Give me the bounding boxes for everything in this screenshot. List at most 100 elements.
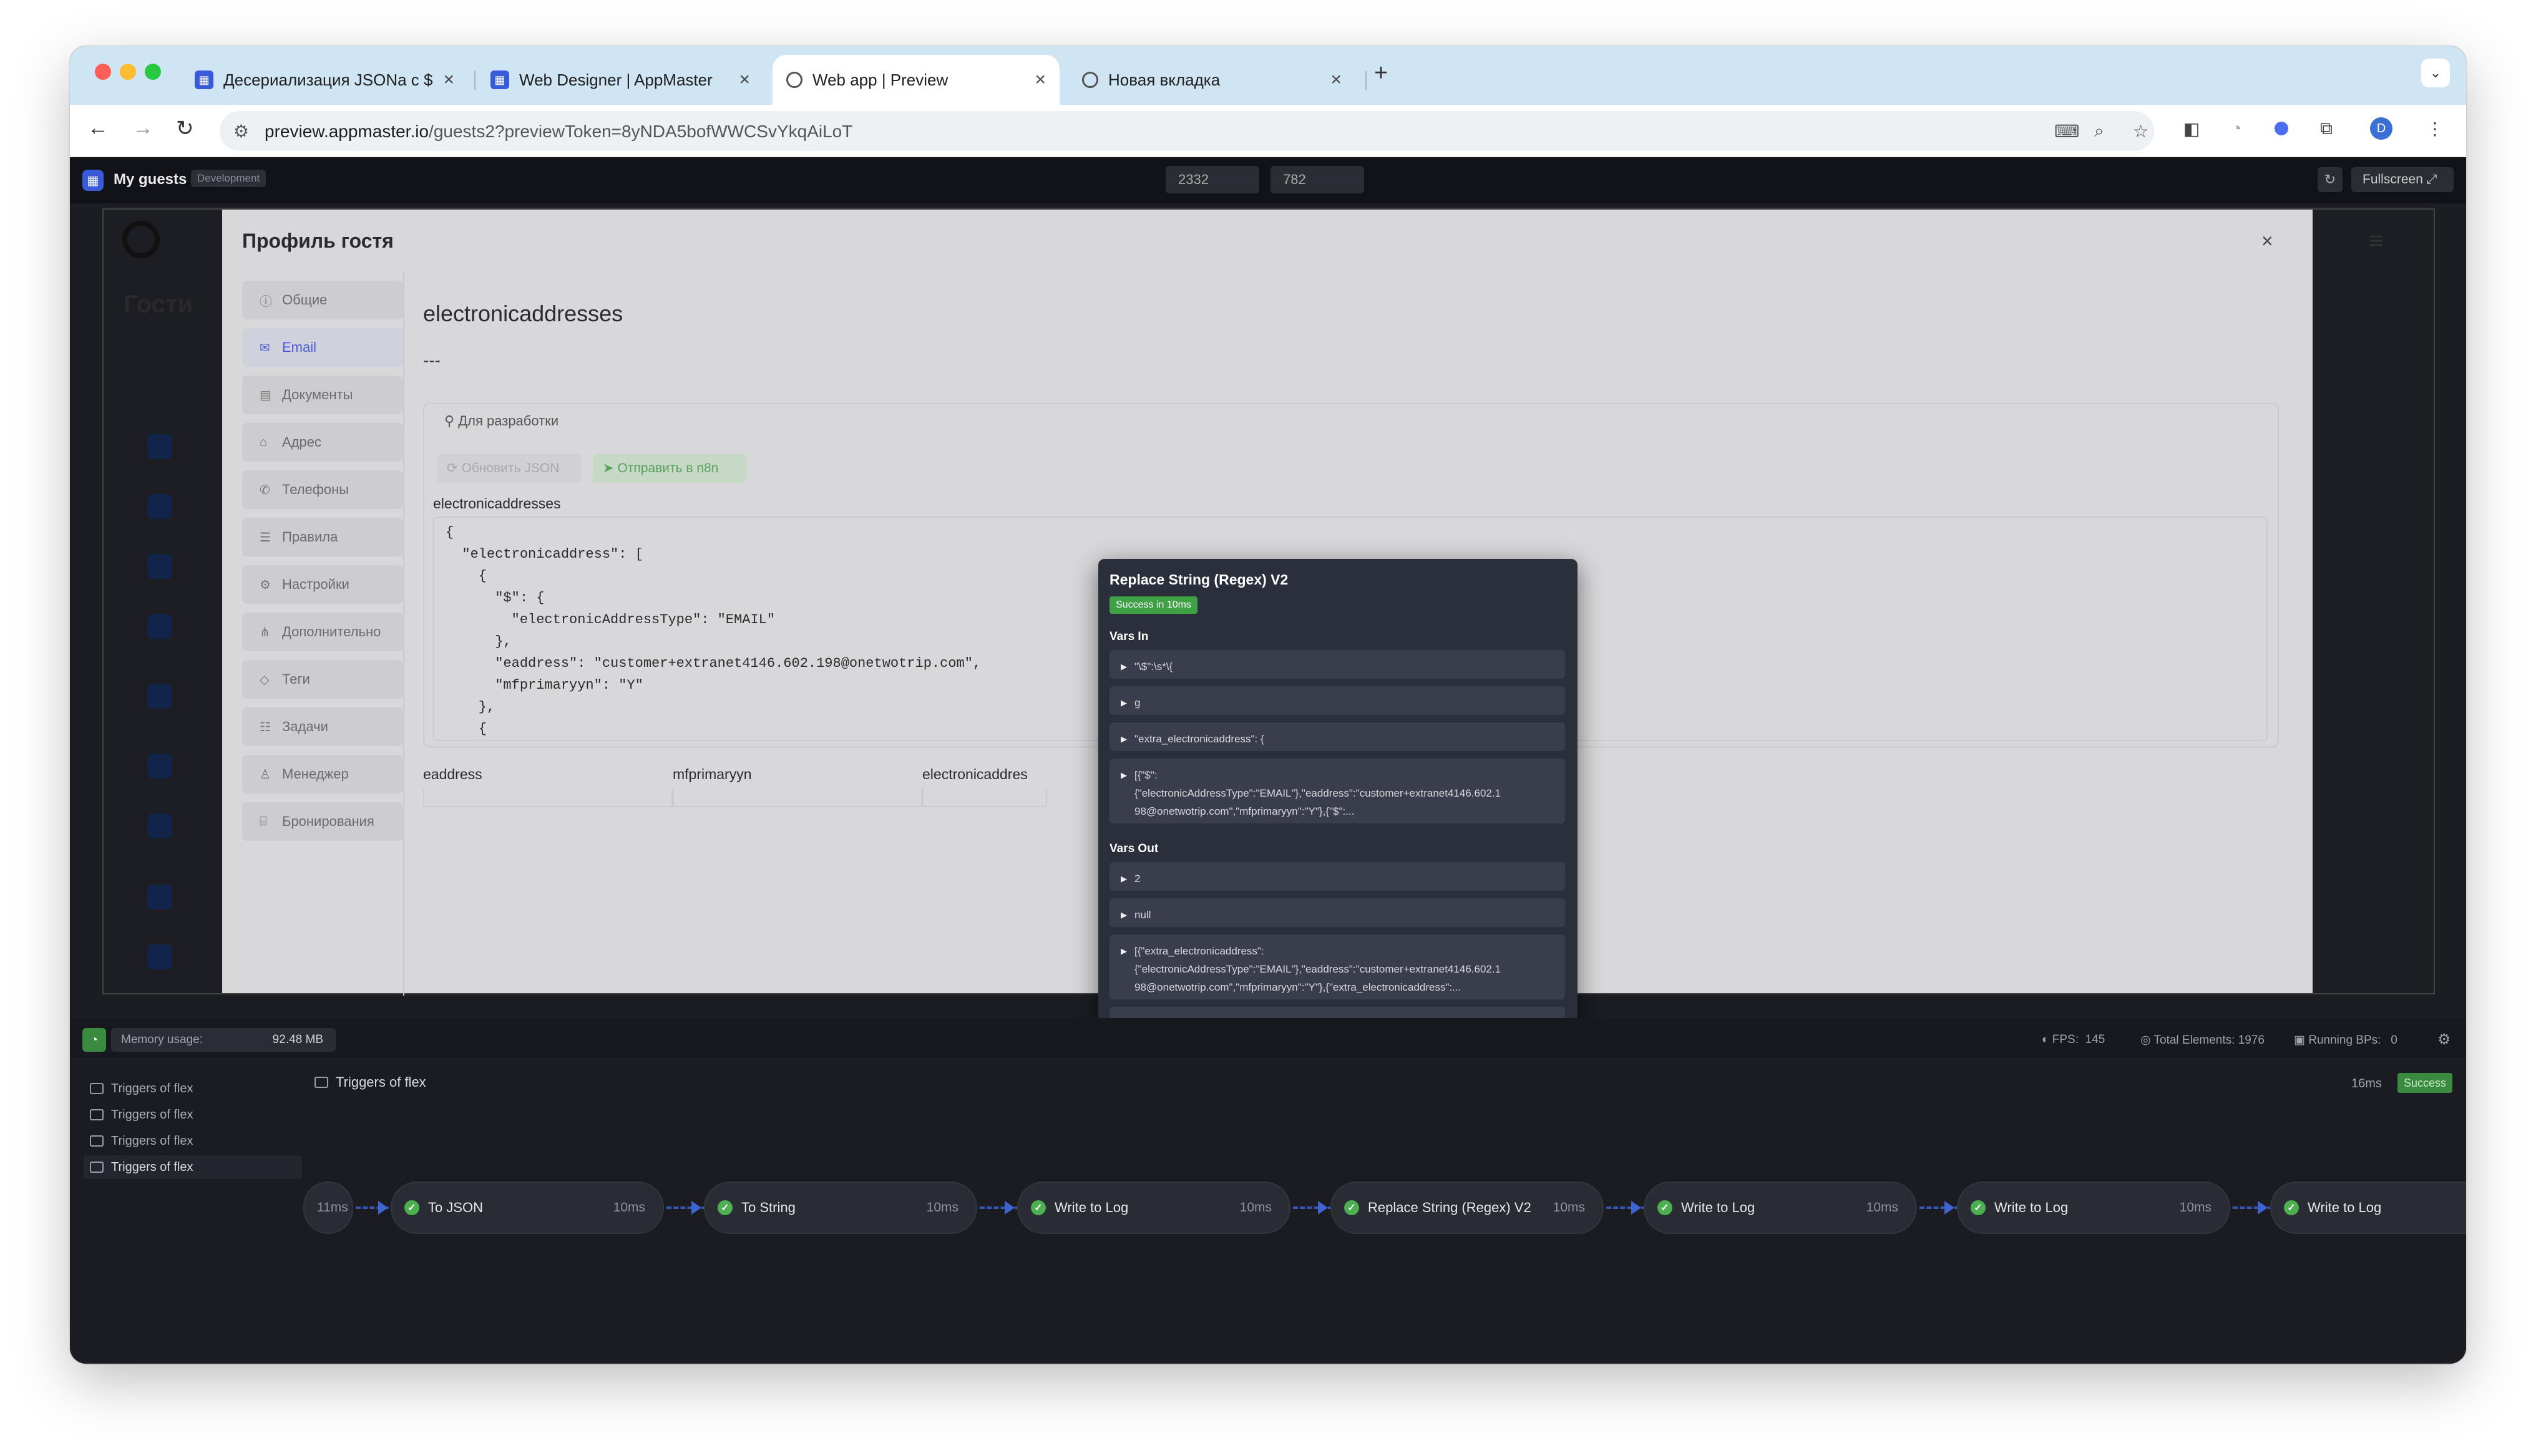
- minimize-window-button[interactable]: [120, 64, 136, 80]
- tab-3[interactable]: Web app | Preview ×: [773, 55, 1060, 105]
- trigger-item[interactable]: Triggers of flex: [84, 1077, 302, 1100]
- info-icon: ⓘ: [260, 294, 272, 309]
- puzzle-icon[interactable]: ⧉: [2315, 117, 2338, 140]
- new-tab-button[interactable]: +: [1374, 60, 1388, 87]
- debug-header: [70, 1018, 2466, 1059]
- flow-time: 16ms: [2351, 1077, 2382, 1090]
- translate-icon[interactable]: ⌨: [2054, 121, 2079, 142]
- check-icon: ✓: [1344, 1200, 1359, 1215]
- guest-row[interactable]: [147, 813, 172, 838]
- flow-node-to-string[interactable]: ✓ To String 10ms: [704, 1182, 977, 1234]
- tab-1[interactable]: ▦ Десериализация JSONa с $ ×: [181, 55, 468, 105]
- maximize-window-button[interactable]: [145, 64, 161, 80]
- back-icon[interactable]: ←: [87, 116, 109, 140]
- trigger-item[interactable]: Triggers of flex: [84, 1103, 302, 1127]
- tab-2[interactable]: ▦ Web Designer | AppMaster ×: [477, 55, 764, 105]
- menu-item-documents[interactable]: ▤ Документы: [242, 376, 403, 414]
- menu-item-general[interactable]: ⓘ Общие: [242, 281, 403, 319]
- menu-item-email[interactable]: ✉ Email: [242, 328, 403, 367]
- node-name: Write to Log: [2308, 1200, 2382, 1215]
- guest-row[interactable]: [147, 554, 172, 579]
- extension-icon[interactable]: ◧: [2180, 117, 2203, 140]
- flow-node-write-log[interactable]: ✓ Write to Log 10ms: [1644, 1182, 1917, 1234]
- column-input[interactable]: [673, 789, 922, 807]
- menu-item-phones[interactable]: ✆ Телефоны: [242, 470, 403, 509]
- flow-node-replace-string[interactable]: ✓ Replace String (Regex) V2 10ms: [1330, 1182, 1604, 1234]
- guest-row[interactable]: [147, 684, 172, 709]
- extension-icon[interactable]: ◔: [2225, 117, 2248, 140]
- close-icon[interactable]: ×: [1330, 69, 1342, 90]
- menu-item-tasks[interactable]: ☷ Задачи: [242, 707, 403, 746]
- wrench-icon: ⚲: [444, 413, 455, 429]
- url-text[interactable]: preview.appmaster.io/guests2?previewToke…: [265, 122, 852, 142]
- globe-icon: [786, 72, 802, 88]
- flow-node-write-log[interactable]: ✓ Write to Log: [2270, 1182, 2466, 1234]
- menu-item-bookings[interactable]: ⌸ Бронирования: [242, 802, 403, 841]
- memory-bar: Memory usage: 92.48 MB: [111, 1028, 336, 1052]
- rules-icon: ☰: [260, 530, 271, 545]
- var-in-item[interactable]: ▶ g: [1110, 686, 1565, 715]
- menu-item-address[interactable]: ⌂ Адрес: [242, 423, 403, 462]
- omnibox[interactable]: ⚙ preview.appmaster.io/guests2?previewTo…: [220, 111, 2154, 151]
- fps-stat: ◐ FPS: 145: [2042, 1033, 2105, 1046]
- reload-icon[interactable]: ↻: [176, 116, 194, 141]
- manager-icon: ♙: [260, 767, 271, 782]
- tab-search-button[interactable]: ⌄: [2421, 59, 2450, 87]
- folder-icon: [315, 1077, 328, 1088]
- var-in-item[interactable]: ▶ [{"$": {"electronicAddressType":"EMAIL"…: [1110, 759, 1565, 823]
- flow-node-write-log[interactable]: ✓ Write to Log 10ms: [1017, 1182, 1290, 1234]
- height-input[interactable]: 782: [1270, 166, 1364, 193]
- var-in-item[interactable]: ▶ "\$":\s*\{: [1110, 650, 1565, 679]
- zoom-icon[interactable]: ⌕: [2094, 121, 2104, 142]
- menu-dots-icon[interactable]: ⋮: [2424, 117, 2446, 140]
- guest-row[interactable]: [147, 614, 172, 639]
- refresh-button[interactable]: ↻: [2318, 167, 2343, 192]
- fullscreen-button[interactable]: Fullscreen ⤢: [2351, 167, 2454, 192]
- dev-label: ⚲ Для разработки: [444, 413, 559, 429]
- node-name: To JSON: [428, 1200, 484, 1215]
- tab-4[interactable]: Новая вкладка ×: [1068, 55, 1355, 105]
- var-in-item[interactable]: ▶ "extra_electronicaddress": {: [1110, 722, 1565, 751]
- close-icon[interactable]: ×: [1035, 69, 1046, 90]
- flow-node-start[interactable]: 11ms: [303, 1182, 353, 1234]
- forward-icon[interactable]: →: [132, 116, 154, 140]
- bookmark-star-icon[interactable]: ☆: [2133, 121, 2148, 142]
- menu-item-rules[interactable]: ☰ Правила: [242, 518, 403, 556]
- guest-row[interactable]: [147, 494, 172, 519]
- trigger-item[interactable]: Triggers of flex: [84, 1129, 302, 1153]
- flow-node-to-json[interactable]: ✓ To JSON 10ms: [391, 1182, 664, 1234]
- appmaster-icon: ▦: [195, 70, 213, 89]
- guest-row[interactable]: [147, 885, 172, 910]
- close-icon[interactable]: ×: [739, 69, 750, 90]
- avatar[interactable]: D: [2370, 117, 2392, 140]
- close-icon[interactable]: ×: [443, 69, 454, 90]
- page-title: Гости: [124, 291, 193, 318]
- close-window-button[interactable]: [95, 64, 111, 80]
- send-n8n-button[interactable]: ➤ Отправить в n8n: [593, 454, 746, 483]
- update-json-button[interactable]: ⟳ Обновить JSON: [437, 454, 582, 483]
- menu-item-settings[interactable]: ⚙ Настройки: [242, 565, 403, 604]
- close-icon[interactable]: ×: [2261, 230, 2273, 253]
- node-name: Write to Log: [1055, 1200, 1129, 1215]
- preview-area: Гости ≡ Профиль гостя × ⓘ Общие ✉ Email ▤ Д…: [70, 203, 2466, 1063]
- width-input[interactable]: 2332: [1166, 166, 1259, 193]
- extension-icon[interactable]: [2270, 117, 2293, 140]
- var-out-item[interactable]: ▶ null: [1110, 898, 1565, 927]
- hamburger-icon[interactable]: ≡: [2369, 227, 2383, 255]
- trigger-item[interactable]: Triggers of flex: [84, 1155, 302, 1179]
- menu-item-tags[interactable]: ◇ Теги: [242, 660, 403, 699]
- guest-row[interactable]: [147, 434, 172, 459]
- var-out-item[interactable]: ▶ 2: [1110, 862, 1565, 891]
- booking-icon: ⌸: [260, 814, 267, 828]
- node-time: 11ms: [317, 1200, 348, 1215]
- column-input[interactable]: [922, 789, 1047, 807]
- var-out-item[interactable]: ▶ [{"extra_electronicaddress": {"electron…: [1110, 934, 1565, 999]
- column-input[interactable]: [423, 789, 673, 807]
- site-info-icon[interactable]: ⚙: [233, 121, 249, 142]
- guest-row[interactable]: [147, 944, 172, 969]
- flow-node-write-log[interactable]: ✓ Write to Log 10ms: [1957, 1182, 2230, 1234]
- guest-row[interactable]: [147, 754, 172, 779]
- settings-icon[interactable]: ⚙: [2437, 1031, 2451, 1049]
- menu-item-manager[interactable]: ♙ Менеджер: [242, 755, 403, 794]
- menu-item-more[interactable]: ⋔ Дополнительно: [242, 613, 403, 651]
